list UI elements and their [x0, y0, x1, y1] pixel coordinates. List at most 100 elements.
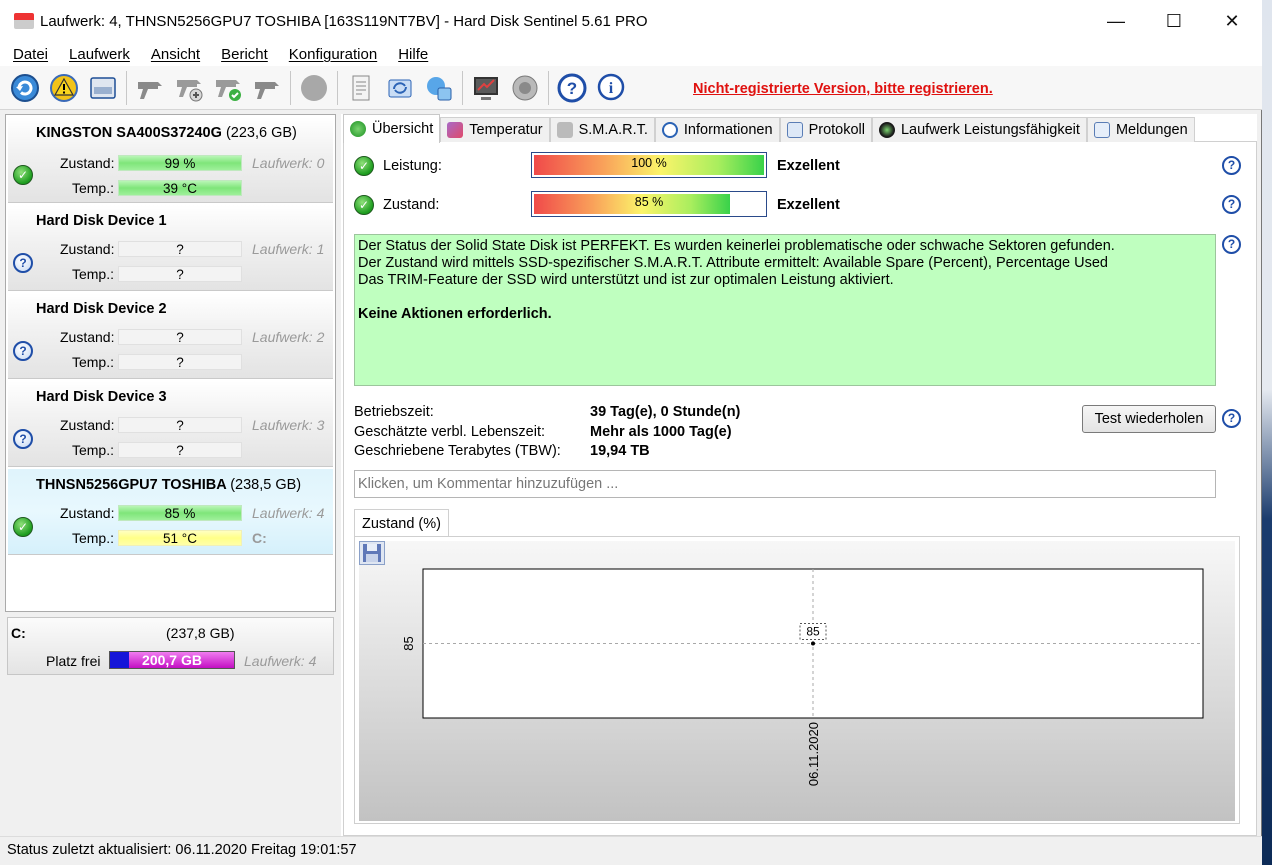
app-window: Laufwerk: 4, THNSN5256GPU7 TOSHIBA [163S…: [0, 0, 1262, 865]
tab-protokoll[interactable]: Protokoll: [779, 117, 872, 142]
app-logo-icon: [14, 13, 34, 29]
status-ok-icon: ✓: [13, 165, 33, 185]
toolbar-separator: [548, 70, 549, 105]
tab-meldungen[interactable]: Meldungen: [1086, 117, 1195, 142]
disk-entry[interactable]: Hard Disk Device 3 ? Zustand: ? Laufwerk…: [8, 381, 333, 467]
thermometer-icon: [447, 122, 464, 138]
disk-entry[interactable]: KINGSTON SA400S37240G (223,6 GB) ✓ Zusta…: [8, 117, 333, 203]
temp-label: Temp.:: [71, 530, 114, 546]
laufwerk-label: Laufwerk: 2: [252, 329, 325, 345]
partition-panel[interactable]: C: (237,8 GB) Platz frei 200,7 GB Laufwe…: [7, 617, 334, 675]
retest-button[interactable]: Test wiederholen: [1082, 405, 1216, 433]
info-icon: [661, 122, 678, 138]
disk-name: Hard Disk Device 1: [36, 213, 167, 229]
x-tick-label: 06.11.2020: [806, 722, 821, 786]
sync-icon[interactable]: [384, 72, 416, 104]
help-icon[interactable]: ?: [1222, 235, 1241, 254]
disk-name: KINGSTON SA400S37240G (223,6 GB): [36, 125, 297, 141]
menu-ansicht[interactable]: Ansicht: [151, 46, 200, 63]
stop-icon[interactable]: [298, 72, 330, 104]
data-point: [811, 641, 815, 646]
leistung-rating: Exzellent: [777, 158, 840, 174]
zustand-label: Zustand:: [60, 329, 115, 345]
menu-konfiguration[interactable]: Konfiguration: [289, 46, 377, 63]
svg-text:i: i: [609, 80, 614, 97]
help-icon[interactable]: ?: [556, 72, 588, 104]
menu-laufwerk[interactable]: Laufwerk: [69, 46, 130, 63]
drill-tool-icon[interactable]: [251, 72, 283, 104]
info-icon[interactable]: i: [595, 72, 627, 104]
monitor-icon[interactable]: [470, 72, 502, 104]
status-description: Der Status der Solid State Disk ist PERF…: [354, 234, 1216, 386]
menu-hilfe[interactable]: Hilfe: [398, 46, 428, 63]
menu-bericht[interactable]: Bericht: [221, 46, 268, 63]
minimize-button[interactable]: —: [1087, 0, 1145, 42]
tab-leistung[interactable]: Laufwerk Leistungsfähigkeit: [871, 117, 1087, 142]
status-line: Das TRIM-Feature der SSD wird unterstütz…: [358, 272, 894, 288]
zustand-label: Zustand:: [383, 197, 440, 213]
close-button[interactable]: ✕: [1203, 0, 1261, 42]
title-bar: Laufwerk: 4, THNSN5256GPU7 TOSHIBA [163S…: [0, 0, 1262, 42]
maximize-button[interactable]: ☐: [1145, 0, 1203, 42]
drill-check-icon[interactable]: [212, 72, 244, 104]
zustand-rating: Exzellent: [777, 197, 840, 213]
toolbar-separator: [337, 70, 338, 105]
zustand-label: Zustand:: [60, 241, 115, 257]
toolbar: ? i: [0, 66, 1262, 110]
tbw-label: Geschriebene Terabytes (TBW):: [354, 443, 561, 459]
speaker-icon[interactable]: [509, 72, 541, 104]
partition-size: (237,8 GB): [166, 625, 235, 641]
drill-add-icon[interactable]: [173, 72, 205, 104]
disk-entry[interactable]: Hard Disk Device 1 ? Zustand: ? Laufwerk…: [8, 205, 333, 291]
report-icon[interactable]: [345, 72, 377, 104]
gauge-icon: [878, 122, 895, 138]
zustand-label: Zustand:: [60, 505, 115, 521]
free-space-bar: 200,7 GB: [109, 651, 235, 669]
temp-bar: ?: [118, 442, 242, 458]
refresh-icon[interactable]: [9, 72, 41, 104]
register-link[interactable]: Nicht-registrierte Version, bitte regist…: [693, 81, 993, 97]
messages-icon: [1093, 122, 1110, 138]
temp-bar: 39 °C: [118, 180, 242, 196]
disk-info-icon[interactable]: [87, 72, 119, 104]
comment-input[interactable]: Klicken, um Kommentar hinzuzufügen ...: [354, 470, 1216, 498]
zustand-label: Zustand:: [60, 155, 115, 171]
disk-entry-selected[interactable]: THNSN5256GPU7 TOSHIBA (238,5 GB) ✓ Zusta…: [8, 469, 333, 555]
status-ok-icon: ✓: [13, 517, 33, 537]
tab-temperatur[interactable]: Temperatur: [440, 117, 550, 142]
temp-label: Temp.:: [71, 354, 114, 370]
log-icon: [786, 122, 803, 138]
help-icon[interactable]: ?: [1222, 195, 1241, 214]
temp-label: Temp.:: [71, 442, 114, 458]
tab-uebersicht[interactable]: Übersicht: [343, 114, 441, 143]
tab-bar: Übersicht Temperatur S.M.A.R.T. Informat…: [343, 114, 1195, 143]
laufwerk-label: Laufwerk: 0: [252, 155, 325, 171]
temp-label: Temp.:: [71, 266, 114, 282]
lebenszeit-label: Geschätzte verbl. Lebenszeit:: [354, 424, 546, 440]
status-unknown-icon: ?: [13, 429, 33, 449]
disk-entry[interactable]: Hard Disk Device 2 ? Zustand: ? Laufwerk…: [8, 293, 333, 379]
tab-informationen[interactable]: Informationen: [654, 117, 780, 142]
toolbar-separator: [462, 70, 463, 105]
zustand-bar: 99 %: [118, 155, 242, 171]
chart-tab-zustand[interactable]: Zustand (%): [354, 509, 449, 537]
partition-letter: C:: [11, 625, 26, 641]
betriebszeit-label: Betriebszeit:: [354, 404, 434, 420]
temp-label: Temp.:: [71, 180, 114, 196]
status-bar: Status zuletzt aktualisiert: 06.11.2020 …: [0, 836, 1262, 865]
menu-datei[interactable]: Datei: [13, 46, 48, 63]
zustand-bar: 85 %: [531, 191, 767, 217]
help-icon[interactable]: ?: [1222, 156, 1241, 175]
temp-bar: ?: [118, 354, 242, 370]
toolbar-separator: [126, 70, 127, 105]
laufwerk-label: Laufwerk: 4: [244, 653, 317, 669]
leistung-label: Leistung:: [383, 158, 442, 174]
menu-bar: Datei Laufwerk Ansicht Bericht Konfigura…: [0, 42, 1262, 66]
free-space-value: 200,7 GB: [142, 652, 202, 668]
network-icon[interactable]: [423, 72, 455, 104]
help-icon[interactable]: ?: [1222, 409, 1241, 428]
warning-icon[interactable]: [48, 72, 80, 104]
tab-smart[interactable]: S.M.A.R.T.: [549, 117, 655, 142]
free-space-label: Platz frei: [46, 653, 101, 669]
drill-icon[interactable]: [134, 72, 166, 104]
